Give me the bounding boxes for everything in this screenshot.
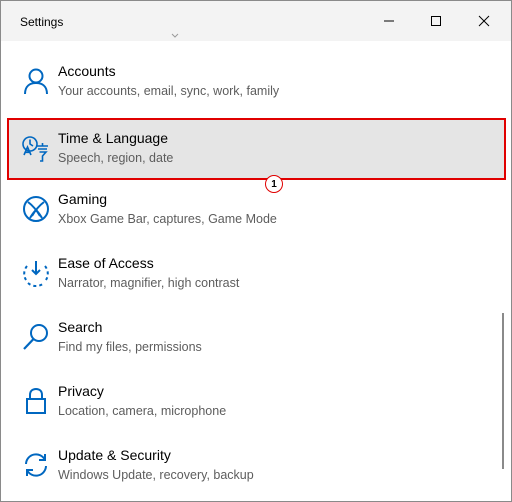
settings-item-privacy[interactable]: Privacy Location, camera, microphone — [7, 371, 506, 433]
minimize-button[interactable] — [366, 1, 412, 41]
item-label: Privacy — [58, 383, 104, 399]
minimize-icon — [384, 20, 394, 22]
search-icon — [21, 322, 51, 352]
settings-item-update-security[interactable]: Update & Security Windows Update, recove… — [7, 435, 506, 497]
item-label: Accounts — [58, 63, 116, 79]
window-title: Settings — [20, 15, 64, 29]
item-description: Windows Update, recovery, backup — [58, 468, 254, 482]
settings-item-accounts[interactable]: Accounts Your accounts, email, sync, wor… — [7, 51, 506, 113]
settings-item-time-language[interactable]: Time & Language Speech, region, date — [7, 118, 506, 180]
person-icon — [21, 66, 51, 96]
item-description: Xbox Game Bar, captures, Game Mode — [58, 212, 277, 226]
item-label: Time & Language — [58, 130, 168, 146]
sync-icon — [21, 450, 51, 480]
step-number-badge: 1 — [265, 175, 283, 193]
settings-item-search[interactable]: Search Find my files, permissions — [7, 307, 506, 369]
ease-of-access-icon — [21, 258, 51, 288]
item-description: Your accounts, email, sync, work, family — [58, 84, 280, 98]
xbox-icon — [21, 194, 51, 224]
time-language-icon — [21, 133, 51, 163]
title-bar: Settings — [1, 1, 511, 41]
settings-item-gaming[interactable]: Gaming Xbox Game Bar, captures, Game Mod… — [7, 179, 506, 241]
item-label: Gaming — [58, 191, 108, 207]
maximize-icon — [431, 16, 441, 26]
item-description: Location, camera, microphone — [58, 404, 227, 418]
lock-icon — [21, 386, 51, 416]
item-label: Search — [58, 319, 103, 335]
maximize-button[interactable] — [413, 1, 459, 41]
cut-off-icon — [171, 33, 179, 38]
item-description: Speech, region, date — [58, 151, 174, 165]
item-description: Find my files, permissions — [58, 340, 202, 354]
settings-window: Settings Accounts Your accounts, email, … — [0, 0, 512, 502]
item-label: Ease of Access — [58, 255, 154, 271]
settings-item-ease-of-access[interactable]: Ease of Access Narrator, magnifier, high… — [7, 243, 506, 305]
close-button[interactable] — [461, 1, 507, 41]
item-description: Narrator, magnifier, high contrast — [58, 276, 240, 290]
scrollbar-thumb[interactable] — [502, 313, 504, 469]
item-label: Update & Security — [58, 447, 171, 463]
close-icon — [478, 15, 490, 27]
